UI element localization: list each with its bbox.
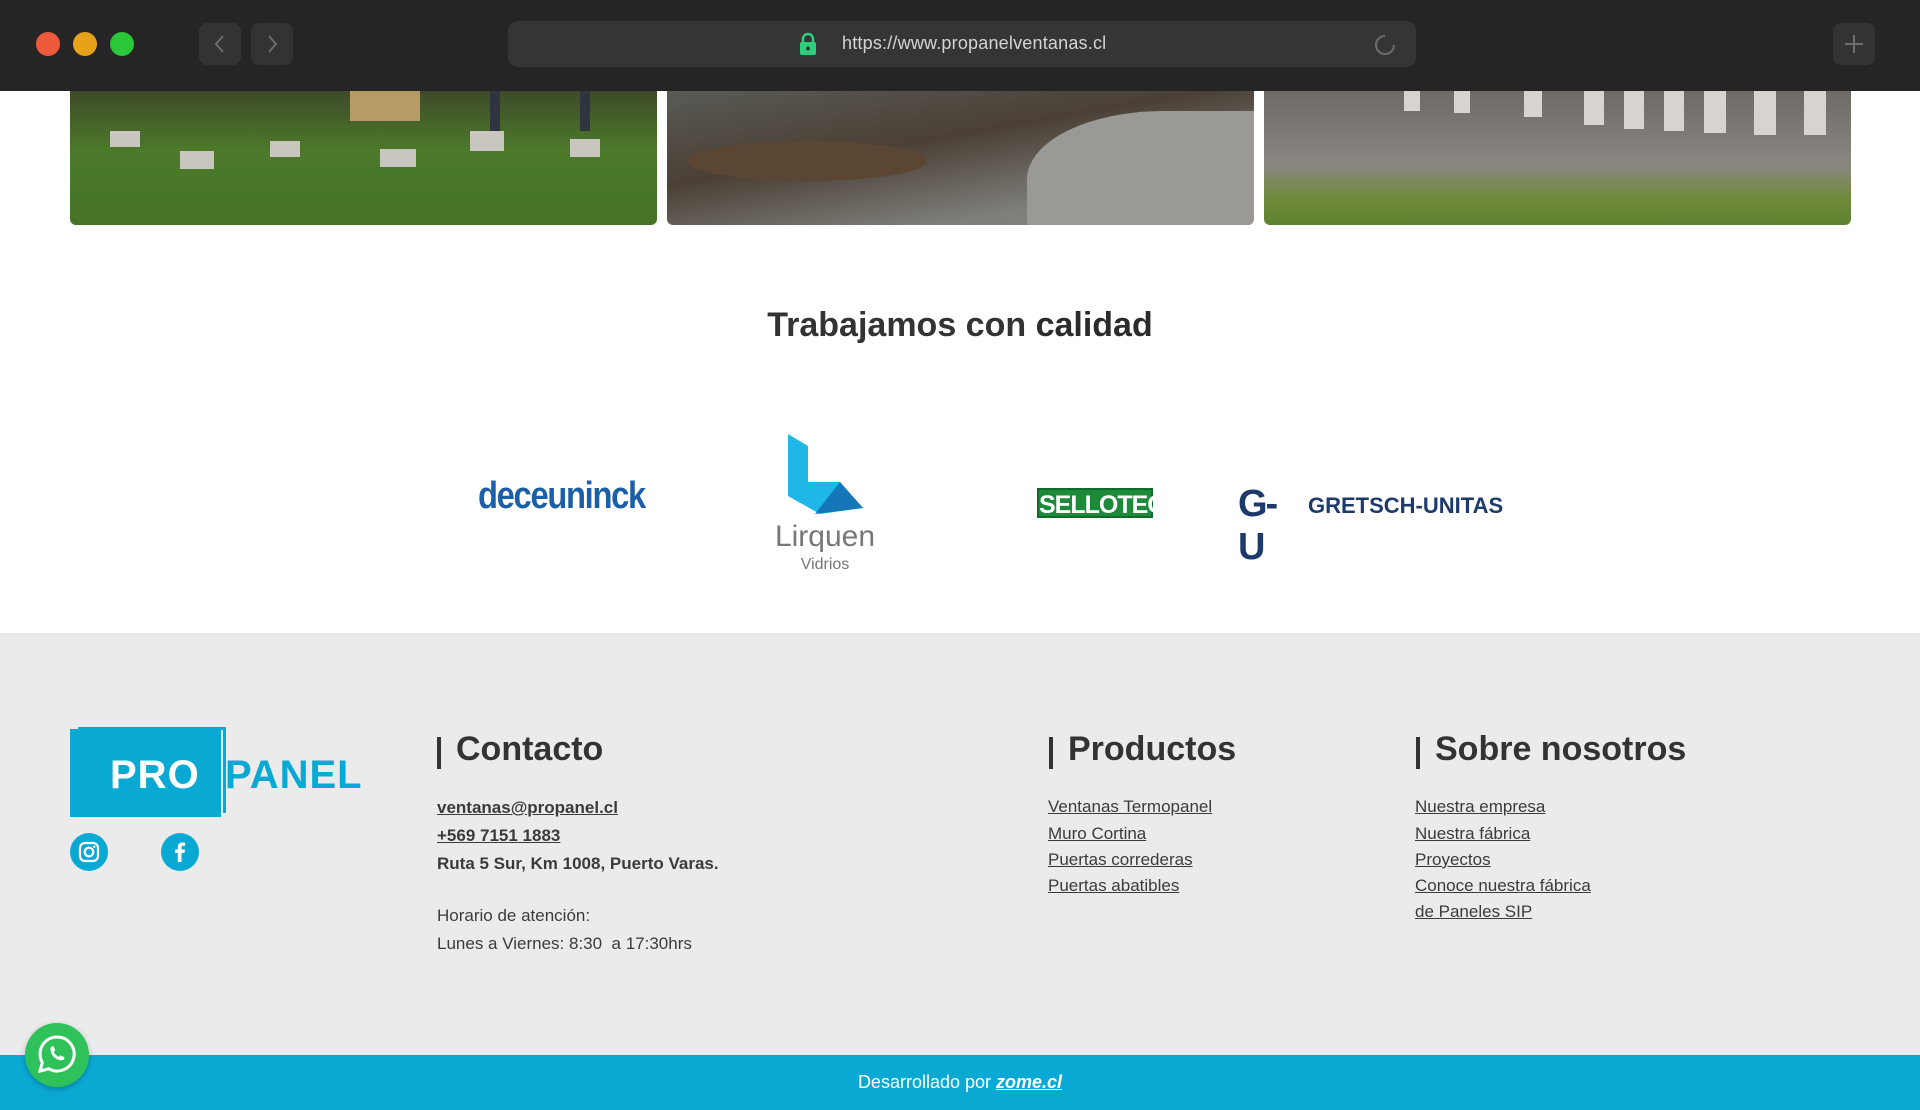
about-link[interactable]: Nuestra fábrica — [1415, 824, 1530, 844]
lirquen-subtitle: Vidrios — [800, 556, 850, 573]
sellotec-logo: SELLOTEC — [1037, 488, 1165, 519]
reload-icon[interactable] — [1372, 32, 1398, 58]
contact-phone-link[interactable]: +569 7151 1883 — [437, 826, 560, 846]
quality-heading-light: Trabajamos con — [767, 306, 1036, 344]
chevron-left-icon — [214, 35, 224, 53]
propanel-logo[interactable]: PRO PANEL — [70, 727, 386, 819]
whatsapp-button[interactable] — [25, 1023, 89, 1087]
quality-heading-bold: calidad — [1035, 306, 1153, 344]
forward-button[interactable] — [251, 23, 293, 65]
browser-toolbar: https://www.propanelventanas.cl — [0, 0, 1920, 91]
whatsapp-icon — [37, 1035, 76, 1074]
quality-heading: Trabajamos con calidad — [0, 306, 1920, 345]
project-photo-3[interactable] — [1264, 91, 1851, 225]
hours-label: Horario de atención: — [437, 906, 591, 925]
product-link[interactable]: Puertas correderas — [1048, 850, 1193, 870]
instagram-button[interactable] — [70, 833, 108, 871]
product-link[interactable]: Ventanas Termopanel — [1048, 797, 1212, 817]
about-link[interactable]: Proyectos — [1415, 850, 1491, 870]
deceuninck-logo: deceuninck — [478, 475, 646, 517]
about-link[interactable]: Nuestra empresa — [1415, 797, 1545, 817]
product-link[interactable]: Muro Cortina — [1048, 824, 1146, 844]
new-tab-button[interactable] — [1833, 23, 1875, 65]
site-footer — [0, 633, 1920, 1055]
about-heading: Sobre nosotros — [1416, 730, 1686, 769]
contact-heading: Contacto — [437, 730, 603, 769]
minimize-window-button[interactable] — [73, 32, 97, 56]
products-heading: Productos — [1049, 730, 1236, 769]
credit-prefix: Desarrollado por — [857, 1072, 997, 1092]
plus-icon — [1845, 35, 1863, 53]
lirquen-logo: Lirquen Vidrios — [760, 432, 890, 577]
close-window-button[interactable] — [36, 32, 60, 56]
hours-value: Lunes a Viernes: 8:30 a 17:30hrs — [437, 934, 692, 953]
credits-bar: Desarrollado por zome.cl — [0, 1055, 1920, 1110]
chevron-right-icon — [268, 35, 278, 53]
credit-text: Desarrollado por zome.cl — [0, 1072, 1920, 1093]
facebook-button[interactable] — [161, 833, 199, 871]
developer-link[interactable]: zome.cl — [996, 1072, 1062, 1092]
contact-email-link[interactable]: ventanas@propanel.cl — [437, 798, 618, 818]
maximize-window-button[interactable] — [110, 32, 134, 56]
project-photo-2[interactable] — [667, 91, 1254, 225]
lirquen-mark-icon — [788, 434, 863, 514]
lock-icon — [800, 32, 816, 55]
about-link[interactable]: Conoce nuestra fábrica — [1415, 876, 1591, 896]
facebook-icon — [175, 842, 186, 862]
logo-panel-text: PANEL — [225, 753, 363, 797]
logo-pro-text: PRO — [110, 753, 200, 797]
back-button[interactable] — [199, 23, 241, 65]
product-link[interactable]: Puertas abatibles — [1048, 876, 1179, 896]
lirquen-name: Lirquen — [774, 520, 876, 553]
gu-mark: G-U — [1238, 483, 1278, 568]
contact-address: Ruta 5 Sur, Km 1008, Puerto Varas. — [437, 854, 719, 873]
gu-name: GRETSCH-UNITAS — [1308, 493, 1504, 518]
about-link[interactable]: de Paneles SIP — [1415, 902, 1532, 922]
address-bar[interactable]: https://www.propanelventanas.cl — [508, 21, 1416, 67]
instagram-icon — [78, 841, 100, 863]
project-photo-1[interactable] — [70, 91, 657, 225]
url-text: https://www.propanelventanas.cl — [842, 33, 1107, 53]
